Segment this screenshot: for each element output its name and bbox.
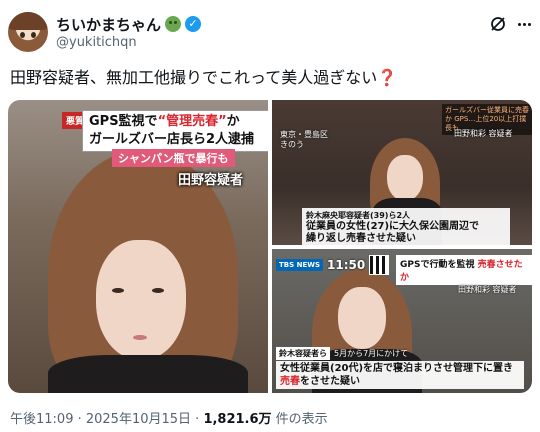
caption-when: 5月から7月にかけて bbox=[334, 349, 409, 358]
headline-highlight: “管理売春” bbox=[157, 114, 227, 129]
caption-line-2: 従業員の女性(27)に大久保公園周辺で bbox=[306, 221, 480, 232]
jacket-shape bbox=[48, 355, 248, 393]
dot-icon bbox=[527, 22, 531, 26]
lips-shape bbox=[133, 335, 147, 340]
tweet-meta: 午後11:09 · 2025年10月15日 · 1,821.6万 件の表示 bbox=[10, 408, 328, 427]
headline-suffix: か bbox=[226, 114, 240, 129]
eye-shape bbox=[152, 288, 164, 293]
suspect-name-label: 田野和彩 容疑者 bbox=[458, 285, 517, 294]
news-caption: 鈴木容疑者ら 5月から7月にかけて 女性従業員(20代)を店で寝泊まりさせ管理下… bbox=[276, 347, 524, 389]
media-grid: 悪質 GPS監視で“管理売春”か ガールズバー店長ら2人逮捕 シャンパン瓶で暴行… bbox=[8, 100, 532, 393]
tweet-body: 田野容疑者、無加工他撮りでこれって美人過ぎない bbox=[10, 68, 378, 87]
qr-code-icon bbox=[369, 255, 390, 275]
face-shape bbox=[387, 155, 423, 201]
author-avatar[interactable] bbox=[8, 12, 48, 52]
headline-prefix: GPS監視で bbox=[89, 114, 158, 129]
face-shape bbox=[338, 287, 386, 349]
headline-line-1: GPS監視で“管理売春”か bbox=[89, 113, 267, 131]
gps-headline: GPSで行動を監視 売春させたか bbox=[396, 255, 532, 285]
media-image-bottom-right[interactable]: TBS NEWS 11:50 GPSで行動を監視 売春させたか 田野和彩 容疑者… bbox=[272, 249, 532, 393]
avatar-eye-left bbox=[20, 32, 25, 38]
caption-who: 鈴木容疑者ら bbox=[276, 347, 330, 360]
tweet-timestamp[interactable]: 午後11:09 · 2025年10月15日 · bbox=[10, 412, 203, 427]
broadcast-bar: TBS NEWS 11:50 bbox=[276, 255, 390, 275]
author-name-row: ちいかまちゃん ✓ bbox=[56, 14, 202, 35]
location-line-2: きのう bbox=[280, 140, 304, 149]
caption-body: 女性従業員(20代)を店で寝泊まりさせ管理下に置き 売春をさせた疑い bbox=[276, 361, 524, 389]
author-display-name[interactable]: ちいかまちゃん bbox=[56, 14, 161, 35]
caption-highlight: 売春 bbox=[280, 376, 300, 387]
tweet-text: 田野容疑者、無加工他撮りでこれって美人過ぎない❓ bbox=[10, 64, 397, 88]
verified-badge-icon[interactable]: ✓ bbox=[185, 16, 202, 32]
suspect-name-label: 田野和彩 容疑者 bbox=[454, 129, 513, 138]
eye-shape bbox=[112, 288, 124, 293]
avatar-eye-right bbox=[31, 32, 36, 38]
location-label: 東京・豊島区 きのう bbox=[280, 130, 328, 150]
caption-body-line-2: 売春をさせた疑い bbox=[280, 375, 520, 388]
red-question-mark-emoji: ❓ bbox=[377, 68, 398, 87]
caption-suffix: をさせた疑い bbox=[300, 376, 360, 387]
caption-line-1: 鈴木麻央耶容疑者(39)ら2人 bbox=[306, 211, 411, 220]
news-caption: 鈴木麻央耶容疑者(39)ら2人 従業員の女性(27)に大久保公園周辺で 繰り返し… bbox=[302, 208, 510, 245]
caption-body-line-1: 女性従業員(20代)を店で寝泊まりさせ管理下に置き bbox=[280, 363, 514, 374]
view-count: 1,821.6万 bbox=[203, 412, 272, 427]
caption-line-3: 繰り返し売春させた疑い bbox=[306, 233, 416, 244]
broadcast-time: 11:50 bbox=[327, 258, 366, 272]
more-options-button[interactable] bbox=[514, 14, 534, 34]
face-shape bbox=[96, 240, 186, 360]
suspect-name-label: 田野容疑者 bbox=[178, 173, 244, 188]
dot-icon bbox=[517, 22, 521, 26]
grok-icon[interactable] bbox=[488, 14, 508, 34]
media-image-main[interactable]: 悪質 GPS監視で“管理売春”か ガールズバー店長ら2人逮捕 シャンパン瓶で暴行… bbox=[8, 100, 268, 393]
media-image-top-right[interactable]: ガールズバー従業員に売春か GPS…上位20以上打撲長も 東京・豊島区 きのう … bbox=[272, 100, 532, 245]
gps-headline-prefix: GPSで行動を監視 bbox=[400, 260, 475, 270]
sub-headline-banner: シャンパン瓶で暴行も bbox=[112, 149, 235, 167]
headline-line-2: ガールズバー店長ら2人逮捕 bbox=[89, 132, 255, 147]
dot-icon bbox=[522, 22, 526, 26]
avatar-hair bbox=[8, 12, 48, 30]
caption-top-row: 鈴木容疑者ら 5月から7月にかけて bbox=[276, 347, 524, 360]
tbs-news-logo: TBS NEWS bbox=[276, 259, 323, 271]
author-handle[interactable]: @yukitichqn bbox=[56, 35, 137, 50]
headline-box: GPS監視で“管理売春”か ガールズバー店長ら2人逮捕 bbox=[82, 110, 268, 152]
nauseated-face-emoji bbox=[165, 16, 182, 32]
location-line-1: 東京・豊島区 bbox=[280, 130, 328, 139]
view-count-suffix: 件の表示 bbox=[271, 412, 328, 427]
